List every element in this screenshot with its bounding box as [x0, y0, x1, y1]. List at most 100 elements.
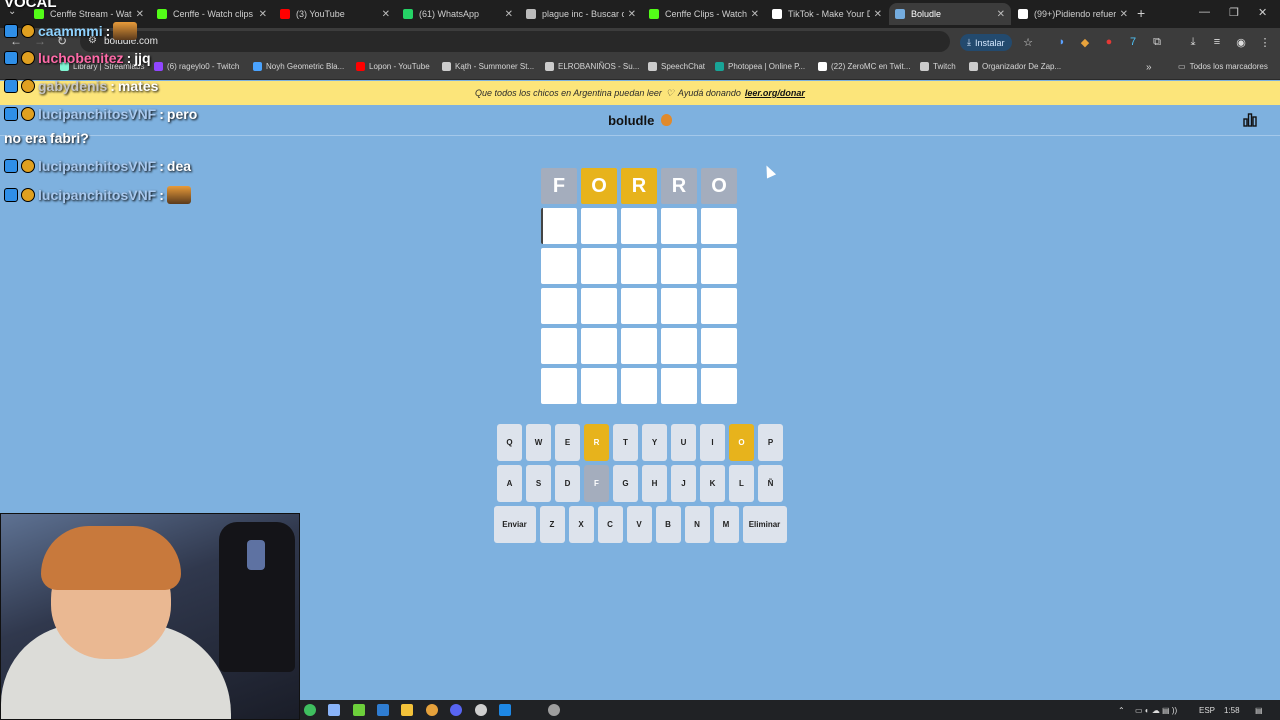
- key-a[interactable]: A: [497, 465, 522, 502]
- key-u[interactable]: U: [671, 424, 696, 461]
- browser-tab[interactable]: (3) YouTube ✕: [274, 3, 396, 25]
- browser-tab[interactable]: TikTok - Make Your D ✕: [766, 3, 888, 25]
- bookmark-item[interactable]: ELROBANIÑOS - Su...: [545, 62, 639, 71]
- download-icon[interactable]: ⤓: [1186, 35, 1200, 49]
- key-p[interactable]: P: [758, 424, 783, 461]
- all-bookmarks-folder[interactable]: ▭ Todos los marcadores: [1178, 62, 1268, 71]
- key-v[interactable]: V: [626, 506, 652, 543]
- browser-tab[interactable]: Boludle ✕: [889, 3, 1011, 25]
- chat-message: gabydenis: mates: [4, 78, 158, 94]
- key-o[interactable]: O: [729, 424, 754, 461]
- discord-icon[interactable]: [450, 704, 462, 716]
- bookmark-item[interactable]: Twitch: [920, 62, 956, 71]
- restore-icon[interactable]: ❐: [1229, 6, 1239, 19]
- key-s[interactable]: S: [526, 465, 551, 502]
- extension-icon[interactable]: 7: [1126, 35, 1140, 49]
- clock[interactable]: 1:58: [1224, 706, 1240, 715]
- browser-tab[interactable]: Cenffe Clips - Watch ✕: [643, 3, 765, 25]
- tray-icons[interactable]: ▭ ◐ ☁ ▤ )): [1135, 706, 1177, 715]
- tab-close-icon[interactable]: ✕: [997, 9, 1005, 20]
- board-cell: [701, 368, 737, 404]
- submit-key[interactable]: Enviar: [493, 506, 536, 543]
- profile-avatar-icon[interactable]: ◉: [1234, 35, 1248, 49]
- extension-icon[interactable]: ◗: [1055, 35, 1069, 49]
- more-bookmarks-icon[interactable]: »: [1146, 62, 1152, 73]
- key-q[interactable]: Q: [497, 424, 522, 461]
- key-d[interactable]: D: [555, 465, 580, 502]
- key-h[interactable]: H: [642, 465, 667, 502]
- key-g[interactable]: G: [613, 465, 638, 502]
- key-e[interactable]: E: [555, 424, 580, 461]
- browser-tab[interactable]: Cenffe - Watch clips ✕: [151, 3, 273, 25]
- language-indicator[interactable]: ESP: [1199, 706, 1215, 715]
- key-f[interactable]: F: [584, 465, 609, 502]
- taskbar-app-icon[interactable]: [328, 704, 340, 716]
- key-b[interactable]: B: [655, 506, 681, 543]
- bookmark-item[interactable]: (22) ZeroMC en Twit...: [818, 62, 910, 71]
- delete-key[interactable]: Eliminar: [742, 506, 787, 543]
- menu-kebab-icon[interactable]: ⋮: [1258, 35, 1272, 49]
- statistics-icon[interactable]: [1243, 113, 1257, 127]
- bookmark-favicon-icon: [253, 62, 262, 71]
- taskbar-app-icon[interactable]: [377, 704, 389, 716]
- key-i[interactable]: I: [700, 424, 725, 461]
- key-j[interactable]: J: [671, 465, 696, 502]
- key-l[interactable]: L: [729, 465, 754, 502]
- new-tab-button[interactable]: +: [1137, 5, 1145, 21]
- board-cell: [701, 288, 737, 324]
- key-n[interactable]: N: [684, 506, 710, 543]
- donate-link[interactable]: leer.org/donar: [745, 88, 805, 98]
- taskbar-app-icon[interactable]: [499, 704, 511, 716]
- bookmark-star-icon[interactable]: ☆: [1021, 35, 1035, 49]
- taskbar-app-icon[interactable]: [475, 704, 487, 716]
- close-window-icon[interactable]: ✕: [1258, 6, 1267, 19]
- tab-close-icon[interactable]: ✕: [505, 9, 513, 20]
- bookmark-favicon-icon: [442, 62, 451, 71]
- install-app-button[interactable]: ⤓ Instalar: [960, 34, 1012, 51]
- notifications-icon[interactable]: ▤: [1255, 706, 1263, 715]
- file-explorer-icon[interactable]: [401, 704, 413, 716]
- key-x[interactable]: X: [568, 506, 594, 543]
- key-w[interactable]: W: [526, 424, 551, 461]
- bookmark-label: (22) ZeroMC en Twit...: [831, 62, 911, 71]
- tab-close-icon[interactable]: ✕: [751, 9, 759, 20]
- tab-close-icon[interactable]: ✕: [874, 9, 882, 20]
- media-control-icon[interactable]: ≡: [1210, 35, 1224, 49]
- bookmark-item[interactable]: Organizador De Zap...: [969, 62, 1061, 71]
- taskbar-app-icon[interactable]: [353, 704, 365, 716]
- extension-icon[interactable]: ◆: [1078, 35, 1092, 49]
- key-z[interactable]: Z: [539, 506, 565, 543]
- obs-icon[interactable]: [548, 704, 560, 716]
- key-k[interactable]: K: [700, 465, 725, 502]
- browser-tab[interactable]: plague inc - Buscar c ✕: [520, 3, 642, 25]
- browser-tab[interactable]: (61) WhatsApp ✕: [397, 3, 519, 25]
- extensions-puzzle-icon[interactable]: ⧉: [1150, 35, 1164, 49]
- key-ñ[interactable]: Ñ: [758, 465, 783, 502]
- minimize-icon[interactable]: —: [1199, 6, 1210, 18]
- tray-chevron-icon[interactable]: ⌃: [1118, 706, 1125, 715]
- bookmark-item[interactable]: (6) rageylo0 - Twitch: [154, 62, 239, 71]
- address-bar[interactable]: ⚙ boludle.com: [80, 31, 950, 52]
- bookmark-item[interactable]: Kąth - Summoner St...: [442, 62, 534, 71]
- key-m[interactable]: M: [713, 506, 739, 543]
- chat-username: lucipanchitosVNF: [38, 187, 157, 203]
- tab-close-icon[interactable]: ✕: [136, 9, 144, 20]
- bookmark-item[interactable]: Photopea | Online P...: [715, 62, 805, 71]
- key-r[interactable]: R: [584, 424, 609, 461]
- tab-close-icon[interactable]: ✕: [1120, 9, 1128, 20]
- extension-icon[interactable]: ●: [1102, 35, 1116, 49]
- bookmark-item[interactable]: Noyh Geometric Bla...: [253, 62, 344, 71]
- browser-tab[interactable]: (99+)Pidiendo refuer ✕: [1012, 3, 1134, 25]
- board-cell: R: [661, 168, 697, 204]
- bookmark-item[interactable]: Lopon - YouTube: [356, 62, 430, 71]
- taskbar-app-icon[interactable]: [304, 704, 316, 716]
- key-t[interactable]: T: [613, 424, 638, 461]
- tab-close-icon[interactable]: ✕: [382, 9, 390, 20]
- tab-close-icon[interactable]: ✕: [628, 9, 636, 20]
- chrome-icon[interactable]: [426, 704, 438, 716]
- key-y[interactable]: Y: [642, 424, 667, 461]
- bookmark-item[interactable]: SpeechChat: [648, 62, 705, 71]
- key-c[interactable]: C: [597, 506, 623, 543]
- tab-close-icon[interactable]: ✕: [259, 9, 267, 20]
- board-cell: [661, 368, 697, 404]
